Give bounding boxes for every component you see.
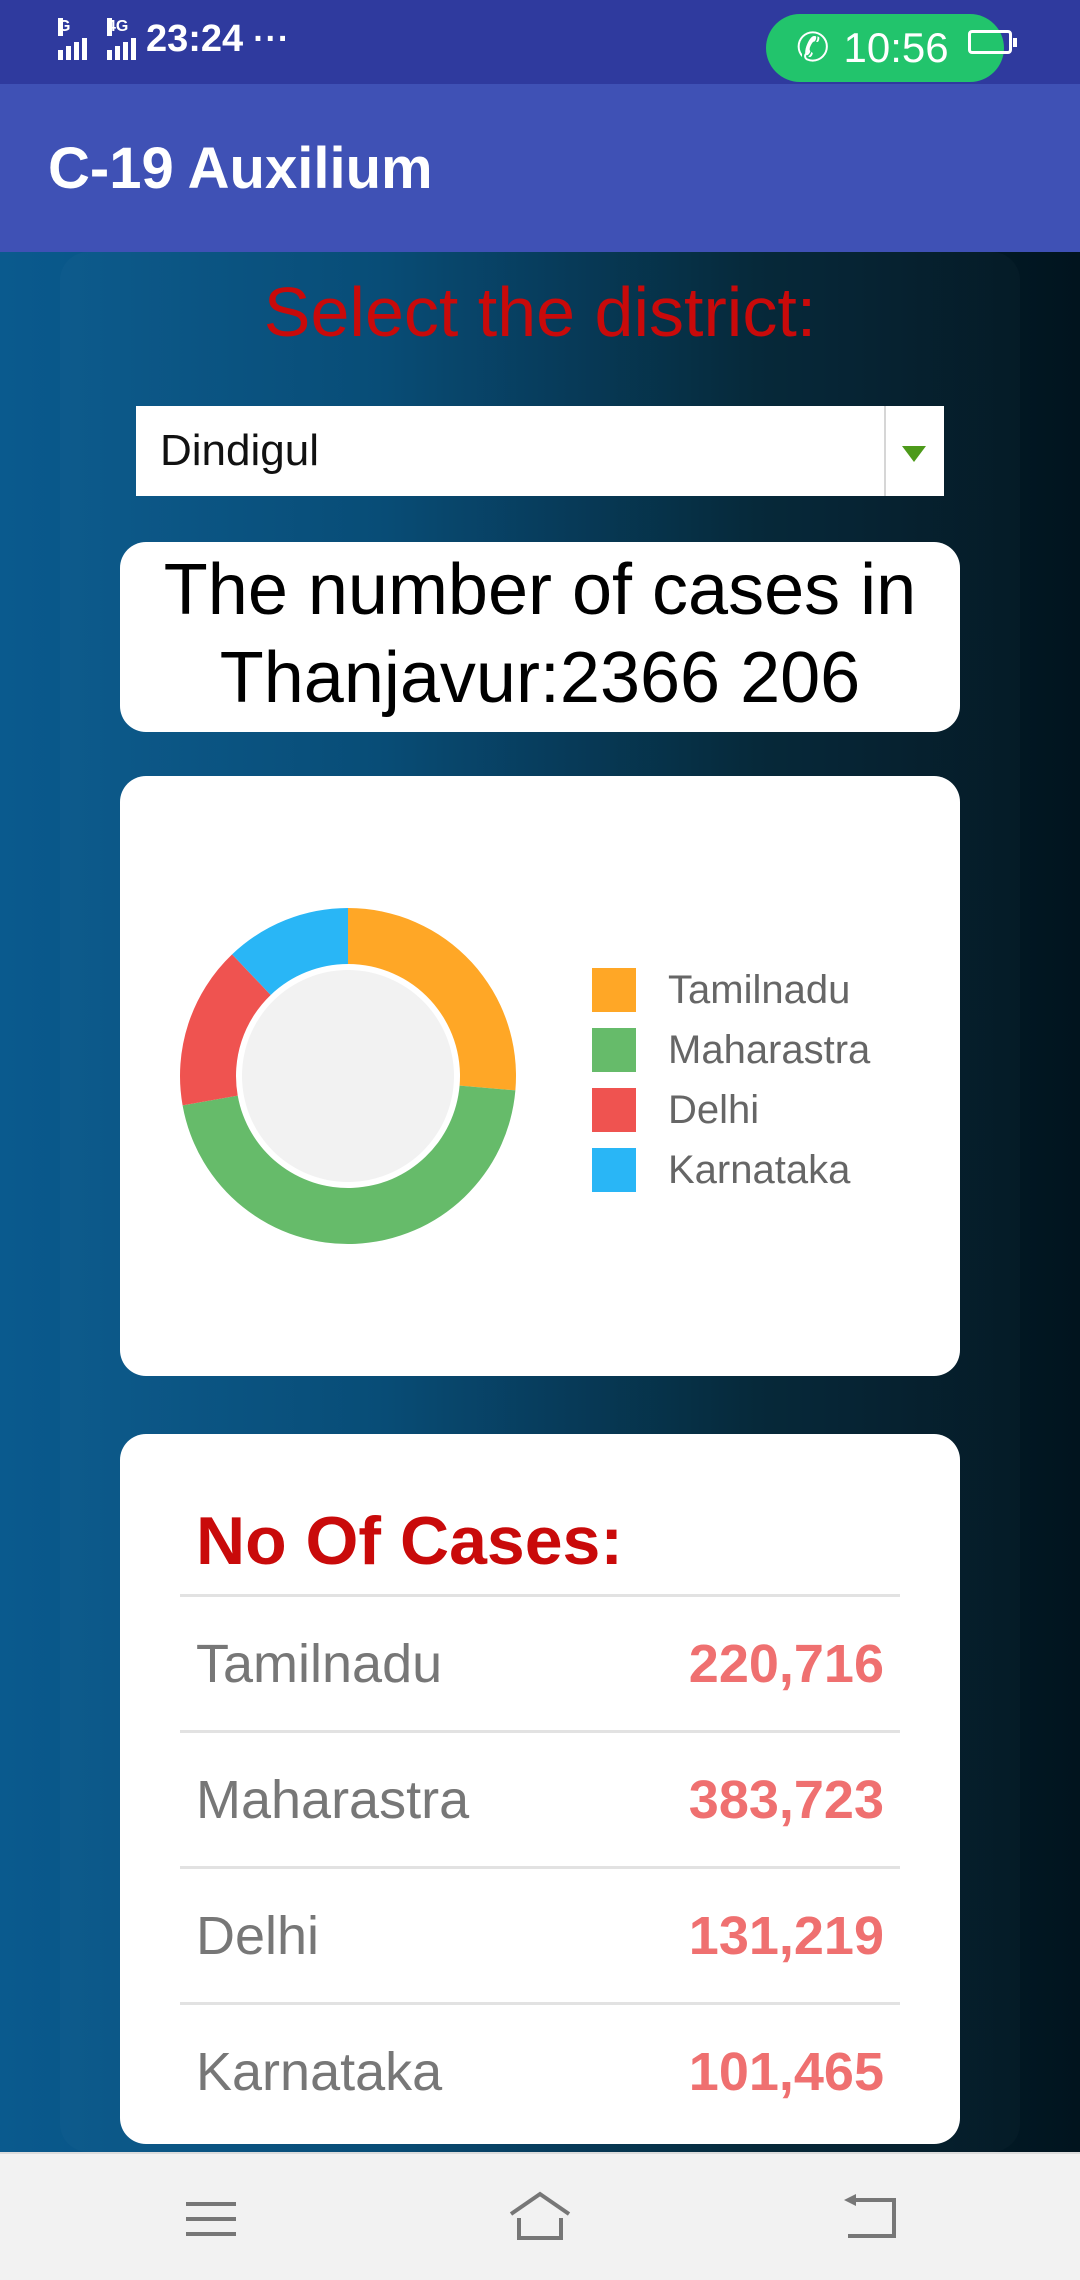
district-heading: Select the district: (263, 273, 817, 351)
table-row: Tamilnadu 220,716 (180, 1594, 900, 1730)
cases-summary-card: The number of cases in Thanjavur:2366 20… (120, 542, 960, 732)
chart-card: Tamilnadu Maharastra Delhi Karnataka (120, 776, 960, 1376)
navigation-bar (0, 2152, 1080, 2280)
legend-label: Delhi (668, 1087, 760, 1132)
legend-label: Maharastra (668, 1027, 871, 1072)
more-notifications-icon: ··· (253, 20, 291, 58)
dropdown-divider (884, 406, 886, 496)
signal-icon-2: 4G (107, 17, 136, 60)
row-state-label: Tamilnadu (196, 1633, 443, 1694)
legend-label: Karnataka (668, 1147, 851, 1192)
donut-hole (242, 970, 454, 1182)
app-bar: C-19 Auxilium (0, 84, 1080, 252)
legend-swatch (592, 1088, 636, 1132)
legend-item: Delhi (592, 1080, 870, 1140)
status-time: 23:24 (146, 18, 244, 60)
district-dropdown[interactable]: Dindigul (136, 406, 944, 496)
chart-legend: Tamilnadu Maharastra Delhi Karnataka (592, 960, 870, 1200)
table-row: Karnataka 101,465 (180, 2002, 900, 2138)
network-type-label: G (58, 17, 71, 36)
app-title: C-19 Auxilium (48, 135, 433, 201)
row-state-label: Karnataka (196, 2041, 443, 2102)
menu-icon[interactable] (176, 2184, 246, 2254)
row-case-count: 131,219 (688, 1905, 884, 1966)
status-left: G 4G 23:24 ··· (58, 17, 291, 61)
legend-swatch (592, 968, 636, 1012)
phone-icon: ✆ (796, 26, 830, 70)
dropdown-arrow-icon (902, 446, 926, 462)
table-row: Delhi 131,219 (180, 1866, 900, 2002)
row-case-count: 101,465 (688, 2041, 884, 2102)
cases-summary-line1: The number of cases in (163, 550, 917, 630)
district-dropdown-value: Dindigul (160, 426, 319, 475)
signal-icon: G (58, 17, 87, 60)
table-row: Maharastra 383,723 (180, 1730, 900, 1866)
home-icon[interactable] (505, 2184, 575, 2254)
row-case-count: 383,723 (688, 1769, 884, 1830)
legend-label: Tamilnadu (668, 967, 851, 1012)
legend-item: Maharastra (592, 1020, 870, 1080)
legend-swatch (592, 1028, 636, 1072)
cases-table-card: No Of Cases: Tamilnadu 220,716 Maharastr… (120, 1434, 960, 2144)
row-state-label: Delhi (196, 1905, 320, 1966)
cases-table-title: No Of Cases: (196, 1503, 623, 1579)
back-icon[interactable] (834, 2184, 904, 2254)
main-content[interactable]: Select the district: Dindigul The number… (0, 252, 1080, 2152)
status-bar: G 4G 23:24 ··· ✆ 10:56 (0, 0, 1080, 84)
battery-icon (968, 30, 1017, 54)
network-type-label-2: 4G (107, 17, 129, 36)
cases-summary-line2: Thanjavur:2366 206 (219, 638, 861, 718)
call-timer: 10:56 (843, 24, 949, 71)
legend-item: Tamilnadu (592, 960, 870, 1020)
legend-swatch (592, 1148, 636, 1192)
row-case-count: 220,716 (688, 1633, 884, 1694)
legend-item: Karnataka (592, 1140, 870, 1200)
row-state-label: Maharastra (196, 1769, 470, 1830)
